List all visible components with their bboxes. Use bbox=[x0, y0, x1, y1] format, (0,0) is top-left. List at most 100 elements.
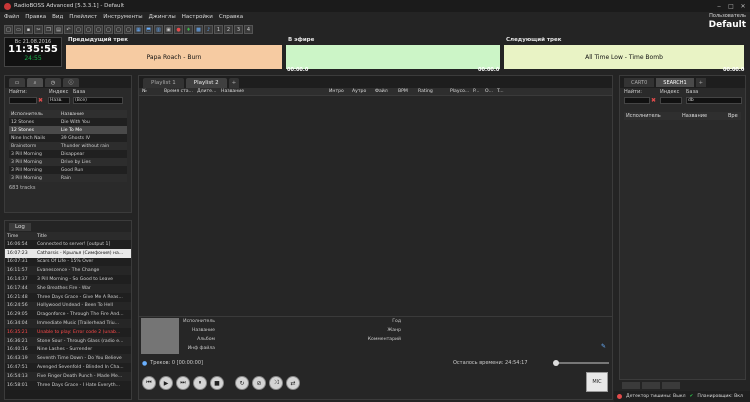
next-icon[interactable]: ⏭ bbox=[176, 376, 190, 390]
library-base-select[interactable]: (Все) bbox=[73, 97, 123, 104]
window1-icon[interactable]: ▢ bbox=[74, 25, 83, 34]
log-row[interactable]: 16:47:51 Avenged Sevenfold - Blinded In C… bbox=[5, 363, 131, 372]
right-index-select[interactable] bbox=[660, 97, 682, 104]
log-col-title[interactable]: Title bbox=[35, 232, 131, 240]
log-row[interactable]: 16:36:21 Stone Sour - Through Glass (radi… bbox=[5, 336, 131, 346]
save-icon[interactable]: ▪ bbox=[24, 25, 33, 34]
log-row[interactable]: 16:06:54 Connected to server! [output 1] bbox=[5, 240, 131, 249]
col-artist[interactable]: Исполнитель bbox=[9, 110, 59, 118]
log-row-error[interactable]: 16:35:21 Unable to play: Error code 2 (un… bbox=[5, 327, 131, 337]
right-base-select[interactable]: db bbox=[686, 97, 742, 104]
right-search-input[interactable] bbox=[624, 97, 650, 104]
log-row[interactable]: 16:07:31 Scars Of Life - 15% Over bbox=[5, 257, 131, 267]
stream-icon[interactable]: ⬒ bbox=[144, 25, 153, 34]
col-playcount[interactable]: Playco... bbox=[450, 89, 469, 94]
maximize-icon[interactable]: □ bbox=[726, 2, 736, 10]
bottom-tab-2[interactable] bbox=[642, 382, 660, 389]
menu-tools[interactable]: Инструменты bbox=[103, 14, 142, 20]
add-playlist-icon[interactable]: + bbox=[228, 78, 240, 88]
mic-button[interactable]: MIC bbox=[586, 372, 608, 392]
playlist-4-icon[interactable]: 4 bbox=[244, 25, 253, 34]
library-row[interactable]: 3 Pill Morning Disappear bbox=[9, 150, 127, 158]
library-row[interactable]: 3 Pill Morning Drive by Lies bbox=[9, 158, 127, 166]
open-icon[interactable]: ▭ bbox=[14, 25, 23, 34]
silence-detector-status[interactable]: Детектор тишины: Выкл bbox=[626, 394, 686, 399]
library-search-input[interactable] bbox=[9, 97, 37, 104]
info-tab-icon[interactable]: ⓘ bbox=[63, 78, 79, 87]
tab-playlist-2[interactable]: Playlist 2 bbox=[185, 78, 227, 88]
col-number[interactable]: № bbox=[142, 89, 147, 94]
scheduler-status[interactable]: Планировщик: Вкл bbox=[697, 394, 743, 399]
playlist-2-icon[interactable]: 2 bbox=[224, 25, 233, 34]
log-tab[interactable]: Log bbox=[9, 222, 31, 231]
close-icon[interactable]: ✕ bbox=[738, 2, 748, 10]
scheduler-icon[interactable]: ▦ bbox=[134, 25, 143, 34]
volume-slider[interactable] bbox=[553, 360, 609, 366]
menu-settings[interactable]: Настройки bbox=[182, 14, 213, 20]
menu-jingles[interactable]: Джинглы bbox=[149, 14, 176, 20]
tab-search1[interactable]: SEARCH1 bbox=[656, 78, 694, 87]
library-row[interactable]: 12 Stones Lie To Me bbox=[9, 126, 127, 134]
bottom-tab-3[interactable] bbox=[662, 382, 680, 389]
add-tab-icon[interactable]: + bbox=[695, 78, 706, 87]
monitor-icon[interactable]: ▣ bbox=[164, 25, 173, 34]
log-row[interactable]: 16:58:01 Three Days Grace - I Hate Everyt… bbox=[5, 380, 131, 390]
log-row[interactable]: 16:17:44 She Breathes Fire - War bbox=[5, 283, 131, 293]
copy-icon[interactable]: ❐ bbox=[44, 25, 53, 34]
window5-icon[interactable]: ▢ bbox=[114, 25, 123, 34]
shuffle-icon[interactable]: ⤨ bbox=[269, 376, 283, 390]
menu-help[interactable]: Справка bbox=[219, 14, 243, 20]
bottom-tab-1[interactable] bbox=[622, 382, 640, 389]
stop-icon[interactable]: ■ bbox=[210, 376, 224, 390]
window6-icon[interactable]: ▢ bbox=[124, 25, 133, 34]
library-row[interactable]: Nine Inch Nails 39 Ghosts IV bbox=[9, 134, 127, 142]
next-track-box[interactable]: All Time Low - Time Bomb bbox=[504, 45, 744, 69]
paste-icon[interactable]: ▤ bbox=[54, 25, 63, 34]
log-row[interactable]: 16:40:16 Nine Lashes - Surrender bbox=[5, 345, 131, 355]
menu-playlist[interactable]: Плейлист bbox=[69, 14, 97, 20]
log-col-time[interactable]: Time bbox=[5, 232, 35, 240]
minimize-icon[interactable]: ‒ bbox=[714, 2, 724, 10]
pause-icon[interactable]: ⏸ bbox=[193, 376, 207, 390]
search-tab-icon[interactable]: ⌕ bbox=[27, 78, 43, 87]
right-col-title[interactable]: Название bbox=[682, 113, 707, 119]
folder-tab-icon[interactable]: ▭ bbox=[9, 78, 25, 87]
col-title[interactable]: Название bbox=[59, 110, 127, 118]
history-tab-icon[interactable]: ◷ bbox=[45, 78, 61, 87]
col-file[interactable]: Файл bbox=[375, 89, 388, 94]
tab-playlist-1[interactable]: Playlist 1 bbox=[143, 78, 184, 88]
col-p[interactable]: P... bbox=[473, 89, 479, 94]
play-icon[interactable]: ▶ bbox=[159, 376, 173, 390]
col-t[interactable]: T... bbox=[497, 89, 504, 94]
log-row[interactable]: 16:11:57 Evanescence - The Change bbox=[5, 266, 131, 276]
col-o[interactable]: О... bbox=[485, 89, 493, 94]
cut-icon[interactable]: ✂ bbox=[34, 25, 43, 34]
col-start-time[interactable]: Время ста... bbox=[164, 89, 193, 94]
onair-box[interactable] bbox=[286, 45, 500, 69]
log-row[interactable]: 16:29:05 Dragonforce - Through The Fire A… bbox=[5, 310, 131, 320]
window3-icon[interactable]: ▢ bbox=[94, 25, 103, 34]
record-icon[interactable]: ● bbox=[174, 25, 183, 34]
library-row[interactable]: Brainstorm Thunder without rain bbox=[9, 142, 127, 150]
repeat-icon[interactable]: ⇄ bbox=[286, 376, 300, 390]
library-index-select[interactable]: Назв. bbox=[48, 97, 70, 104]
col-name[interactable]: Название bbox=[221, 89, 244, 94]
right-col-artist[interactable]: Исполнитель bbox=[626, 113, 661, 119]
playlist-1-icon[interactable]: 1 bbox=[214, 25, 223, 34]
report-icon[interactable]: ▩ bbox=[194, 25, 203, 34]
loop-icon[interactable]: ↻ bbox=[235, 376, 249, 390]
library-row[interactable]: 12 Stones Die With You bbox=[9, 118, 127, 126]
log-row[interactable]: 16:43:19 Seventh Time Down - Do You Belie… bbox=[5, 354, 131, 364]
log-row[interactable]: 16:14:37 3 Pill Morning - So Good to Leav… bbox=[5, 275, 131, 284]
col-duration[interactable]: Длите... bbox=[197, 89, 216, 94]
col-bpm[interactable]: BPM bbox=[398, 89, 408, 94]
log-row[interactable]: 16:54:13 Five Finger Death Punch - Made M… bbox=[5, 371, 131, 381]
right-clear-icon[interactable]: ✖ bbox=[651, 97, 656, 104]
library-row[interactable]: 3 Pill Morning Good Run bbox=[9, 166, 127, 174]
window2-icon[interactable]: ▢ bbox=[84, 25, 93, 34]
log-row[interactable]: 16:21:48 Three Days Grace - Give Me A Rea… bbox=[5, 292, 131, 302]
window4-icon[interactable]: ▢ bbox=[104, 25, 113, 34]
log-row[interactable]: 16:07:23 Catharsis - Крылья (Симфония) на… bbox=[5, 248, 131, 258]
playlist-3-icon[interactable]: 3 bbox=[234, 25, 243, 34]
col-outro[interactable]: Аутро bbox=[352, 89, 366, 94]
